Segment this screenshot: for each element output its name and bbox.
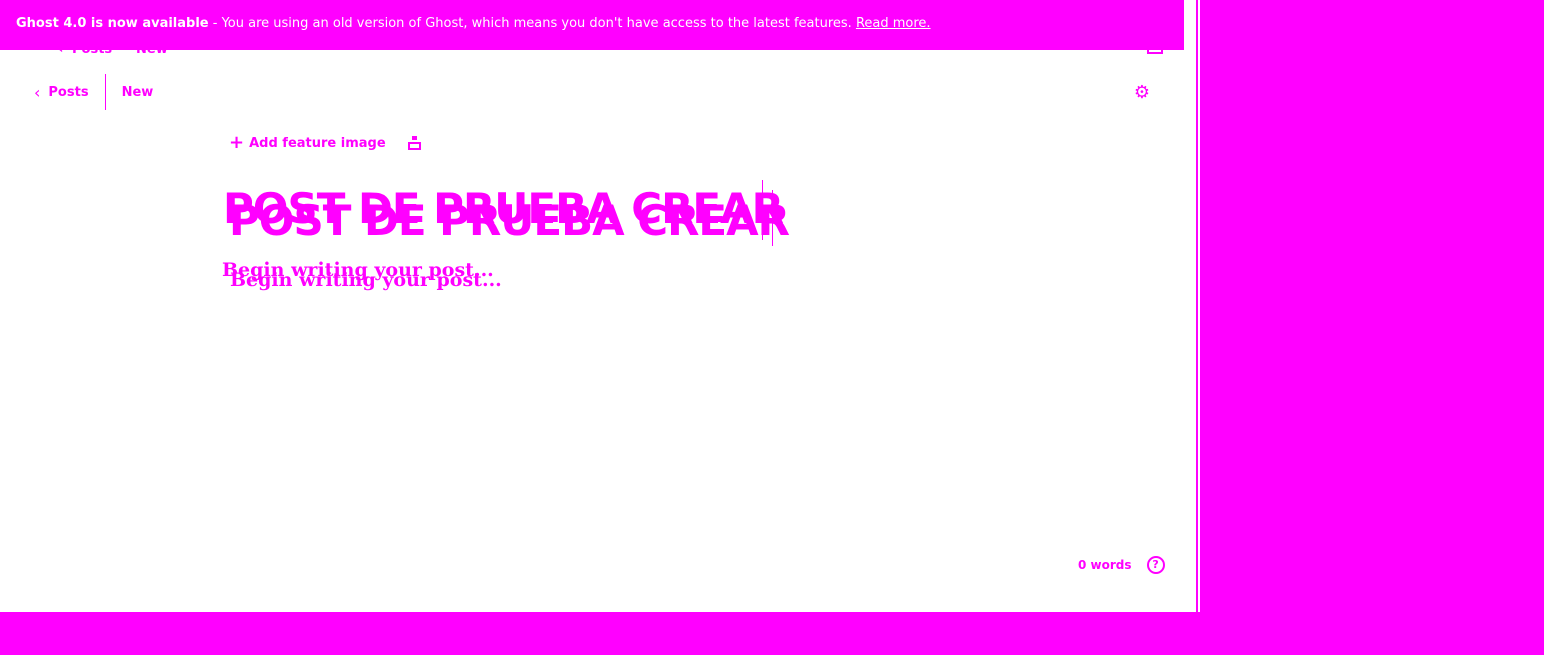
unsplash-icon[interactable] [407,136,422,150]
banner-read-more-link[interactable]: Read more. [856,16,931,31]
window-border [1195,0,1200,612]
word-count: 0 words [1078,558,1132,572]
question-circle-icon[interactable]: ? [1146,556,1165,574]
post-status: New [121,84,154,100]
add-feature-image-button[interactable]: + Add feature image [229,134,422,152]
feature-image-label: Add feature image [249,135,386,151]
nav-divider [104,74,106,110]
editor-window: ‹ Posts New Ghost 4.0 is now available -… [0,0,1195,612]
text-caret [762,180,763,240]
update-banner: Ghost 4.0 is now available - You are usi… [0,0,1184,50]
editor-footer: 0 words ? [1078,556,1165,574]
posts-label: Posts [48,84,89,100]
banner-title: Ghost 4.0 is now available [16,16,209,31]
back-to-posts-link[interactable]: ‹ Posts [34,83,89,102]
text-caret-ghost [772,190,773,246]
gear-icon[interactable]: ⚙ [1132,83,1152,103]
post-title-input[interactable]: POST DE PRUEBA CREAR [223,184,784,234]
editor-nav: ‹ Posts New [34,74,153,110]
chevron-left-icon: ‹ [34,82,41,102]
body-placeholder-ghost: Begin writing your post... [230,269,502,291]
banner-message: - You are using an old version of Ghost,… [208,16,856,31]
plus-icon: + [229,132,245,153]
